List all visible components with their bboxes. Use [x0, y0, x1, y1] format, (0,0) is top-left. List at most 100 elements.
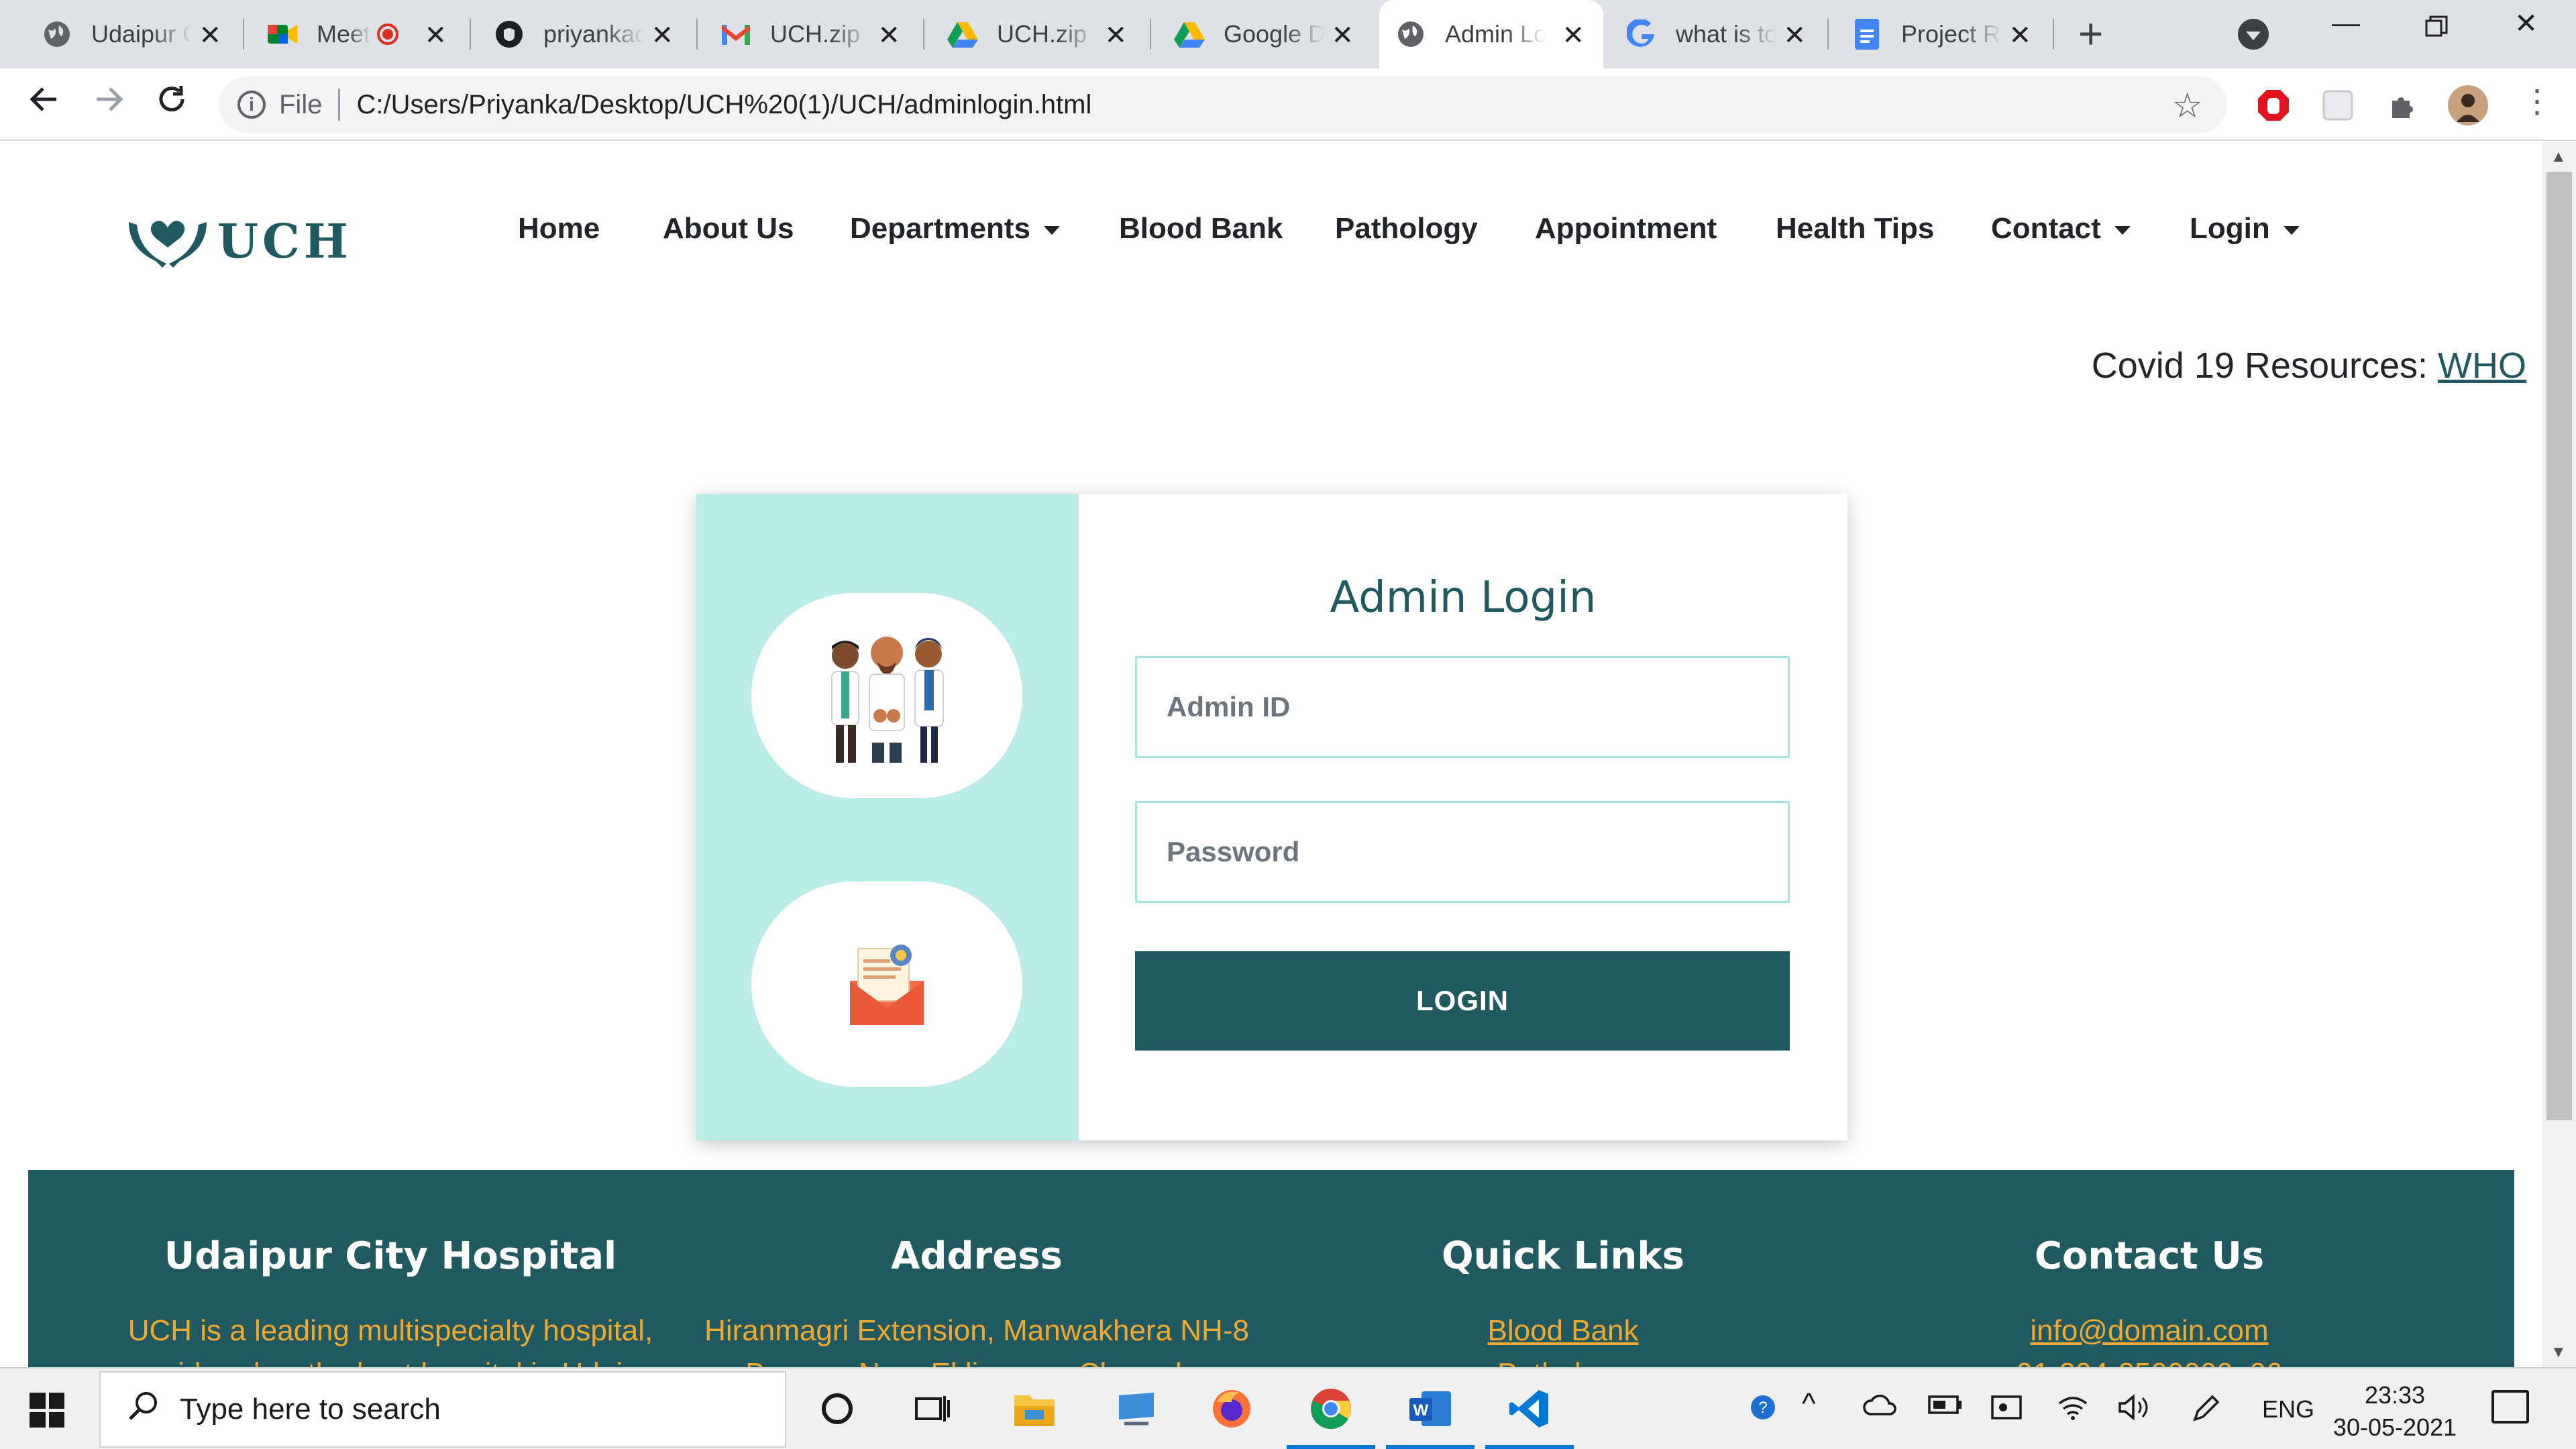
tab-admin-login[interactable]: Admin Login ✕: [1379, 0, 1603, 68]
envelope-certificate-illustration: [751, 881, 1022, 1087]
footer-phone-link[interactable]: 91-294-2500000, 06: [1847, 1357, 2451, 1367]
caret-down-icon: [2114, 225, 2131, 235]
chrome-icon[interactable]: [1287, 1385, 1375, 1449]
close-icon[interactable]: ✕: [1783, 20, 1806, 51]
this-pc-icon[interactable]: [1112, 1385, 1161, 1433]
close-icon[interactable]: ✕: [1331, 20, 1354, 51]
info-icon[interactable]: i: [237, 91, 266, 119]
tab-divider: [1150, 19, 1151, 50]
admin-id-input[interactable]: Admin ID: [1135, 656, 1790, 758]
firefox-icon[interactable]: [1208, 1385, 1256, 1433]
cortana-icon[interactable]: [813, 1385, 861, 1433]
footer-text: UCH is a leading multispecialty hospital…: [127, 1314, 653, 1347]
volume-icon[interactable]: [2117, 1393, 2151, 1429]
svg-text:W: W: [1413, 1401, 1429, 1419]
nav-contact[interactable]: Contact: [1991, 212, 2131, 246]
clock[interactable]: 23:33 30-05-2021: [2328, 1379, 2462, 1444]
windows-start-icon[interactable]: [30, 1393, 64, 1428]
notifications-icon[interactable]: [2491, 1390, 2529, 1424]
footer-email-link[interactable]: info@domain.com: [1847, 1314, 2451, 1348]
back-icon[interactable]: [27, 82, 62, 125]
footer-about: Udaipur City Hospital UCH is a leading m…: [89, 1234, 692, 1367]
tab-divider: [696, 19, 698, 50]
close-icon[interactable]: ✕: [651, 20, 674, 51]
password-input[interactable]: Password: [1135, 801, 1790, 903]
pen-icon[interactable]: [2190, 1393, 2222, 1432]
language-indicator[interactable]: ENG: [2262, 1395, 2314, 1424]
card-illustration-panel: [696, 494, 1079, 1140]
tab-drive-zip[interactable]: UCH.zip ✕: [931, 0, 1146, 68]
footer-link-blood-bank[interactable]: Blood Bank: [1261, 1314, 1865, 1348]
nav-health-tips[interactable]: Health Tips: [1776, 212, 1934, 246]
help-icon[interactable]: ?: [1748, 1393, 1778, 1429]
wifi-icon[interactable]: [2057, 1393, 2089, 1429]
onedrive-icon[interactable]: [1862, 1393, 1897, 1424]
address-bar[interactable]: i File C:/Users/Priyanka/Desktop/UCH%20(…: [219, 76, 2227, 133]
minimize-icon[interactable]: —: [2332, 7, 2360, 39]
meet-now-icon[interactable]: [1990, 1393, 2023, 1429]
puzzle-extensions-icon[interactable]: [2385, 89, 2419, 122]
tab-google-drive[interactable]: Google Drive ✕: [1158, 0, 1373, 68]
word-icon[interactable]: W: [1386, 1385, 1474, 1449]
adblock-extension-icon[interactable]: [2257, 89, 2290, 122]
footer-text: Bypass, Near Eklingpura Chouraha: [675, 1357, 1279, 1367]
battery-icon[interactable]: [1928, 1393, 1963, 1424]
nav-about-us[interactable]: About Us: [663, 212, 794, 246]
gmail-icon: [720, 19, 751, 50]
drive-icon: [947, 19, 978, 50]
tab-title: Project R: [1901, 20, 2001, 48]
covid-label: Covid 19 Resources:: [2091, 345, 2438, 386]
search-icon: [127, 1389, 160, 1430]
footer-link-pathology[interactable]: Pathology: [1261, 1357, 1865, 1367]
close-icon[interactable]: ✕: [1104, 20, 1127, 51]
extension-icon[interactable]: [2321, 89, 2355, 122]
tab-udaipur[interactable]: Udaipur City Hospital ✕: [25, 0, 240, 68]
close-icon[interactable]: ✕: [424, 20, 447, 51]
task-view-icon[interactable]: [908, 1385, 957, 1433]
tab-google-search[interactable]: what is to ✕: [1610, 0, 1825, 68]
nav-departments[interactable]: Departments: [850, 212, 1060, 246]
new-tab-button[interactable]: +: [2078, 12, 2103, 55]
bookmark-star-icon[interactable]: ☆: [2171, 86, 2203, 126]
tab-gmail[interactable]: UCH.zip ✕: [704, 0, 919, 68]
close-icon[interactable]: ✕: [199, 20, 221, 51]
tab-project-docs[interactable]: Project R ✕: [1835, 0, 2050, 68]
restore-icon[interactable]: [2424, 13, 2449, 46]
nav-pathology[interactable]: Pathology: [1335, 212, 1478, 246]
menu-icon[interactable]: ⋮: [2521, 86, 2555, 122]
login-title: Admin Login: [1330, 573, 1597, 623]
scroll-down-icon[interactable]: ▼: [2551, 1343, 2567, 1362]
nav-home[interactable]: Home: [518, 212, 600, 246]
close-icon[interactable]: ✕: [877, 20, 900, 51]
recording-icon: [377, 23, 398, 45]
profile-avatar[interactable]: [2447, 85, 2489, 126]
page-scrollbar[interactable]: ▲ ▼: [2542, 142, 2576, 1367]
site-logo[interactable]: UCH: [125, 204, 352, 278]
scroll-up-icon[interactable]: ▲: [2551, 148, 2567, 166]
url-text[interactable]: C:/Users/Priyanka/Desktop/UCH%20(1)/UCH/…: [356, 90, 1091, 120]
chevron-up-icon[interactable]: ^: [1802, 1387, 1816, 1421]
reload-icon[interactable]: [154, 82, 189, 125]
who-link[interactable]: WHO: [2438, 345, 2526, 386]
tab-title: Udaipur City Hospital: [91, 20, 192, 48]
vscode-icon[interactable]: [1485, 1385, 1574, 1449]
close-icon[interactable]: ✕: [1562, 20, 1585, 51]
close-window-icon[interactable]: ✕: [2514, 7, 2538, 40]
tab-meet[interactable]: Meet ✕: [251, 0, 466, 68]
nav-blood-bank[interactable]: Blood Bank: [1119, 212, 1283, 246]
nav-login[interactable]: Login: [2190, 212, 2300, 246]
globe-icon: [1395, 19, 1426, 50]
forward-icon[interactable]: [91, 82, 126, 125]
close-icon[interactable]: ✕: [2008, 20, 2031, 51]
tab-divider: [1827, 19, 1829, 50]
tab-search-button[interactable]: [2238, 19, 2269, 50]
file-explorer-icon[interactable]: [1010, 1385, 1059, 1433]
nav-appointment[interactable]: Appointment: [1535, 212, 1717, 246]
scroll-thumb[interactable]: [2546, 172, 2572, 1120]
tab-title: Meet: [317, 20, 370, 48]
taskbar-search[interactable]: Type here to search: [99, 1371, 786, 1448]
tab-github[interactable]: priyankac ✕: [478, 0, 692, 68]
login-button[interactable]: LOGIN: [1135, 951, 1790, 1051]
google-icon: [1626, 19, 1657, 50]
search-placeholder: Type here to search: [180, 1393, 441, 1426]
